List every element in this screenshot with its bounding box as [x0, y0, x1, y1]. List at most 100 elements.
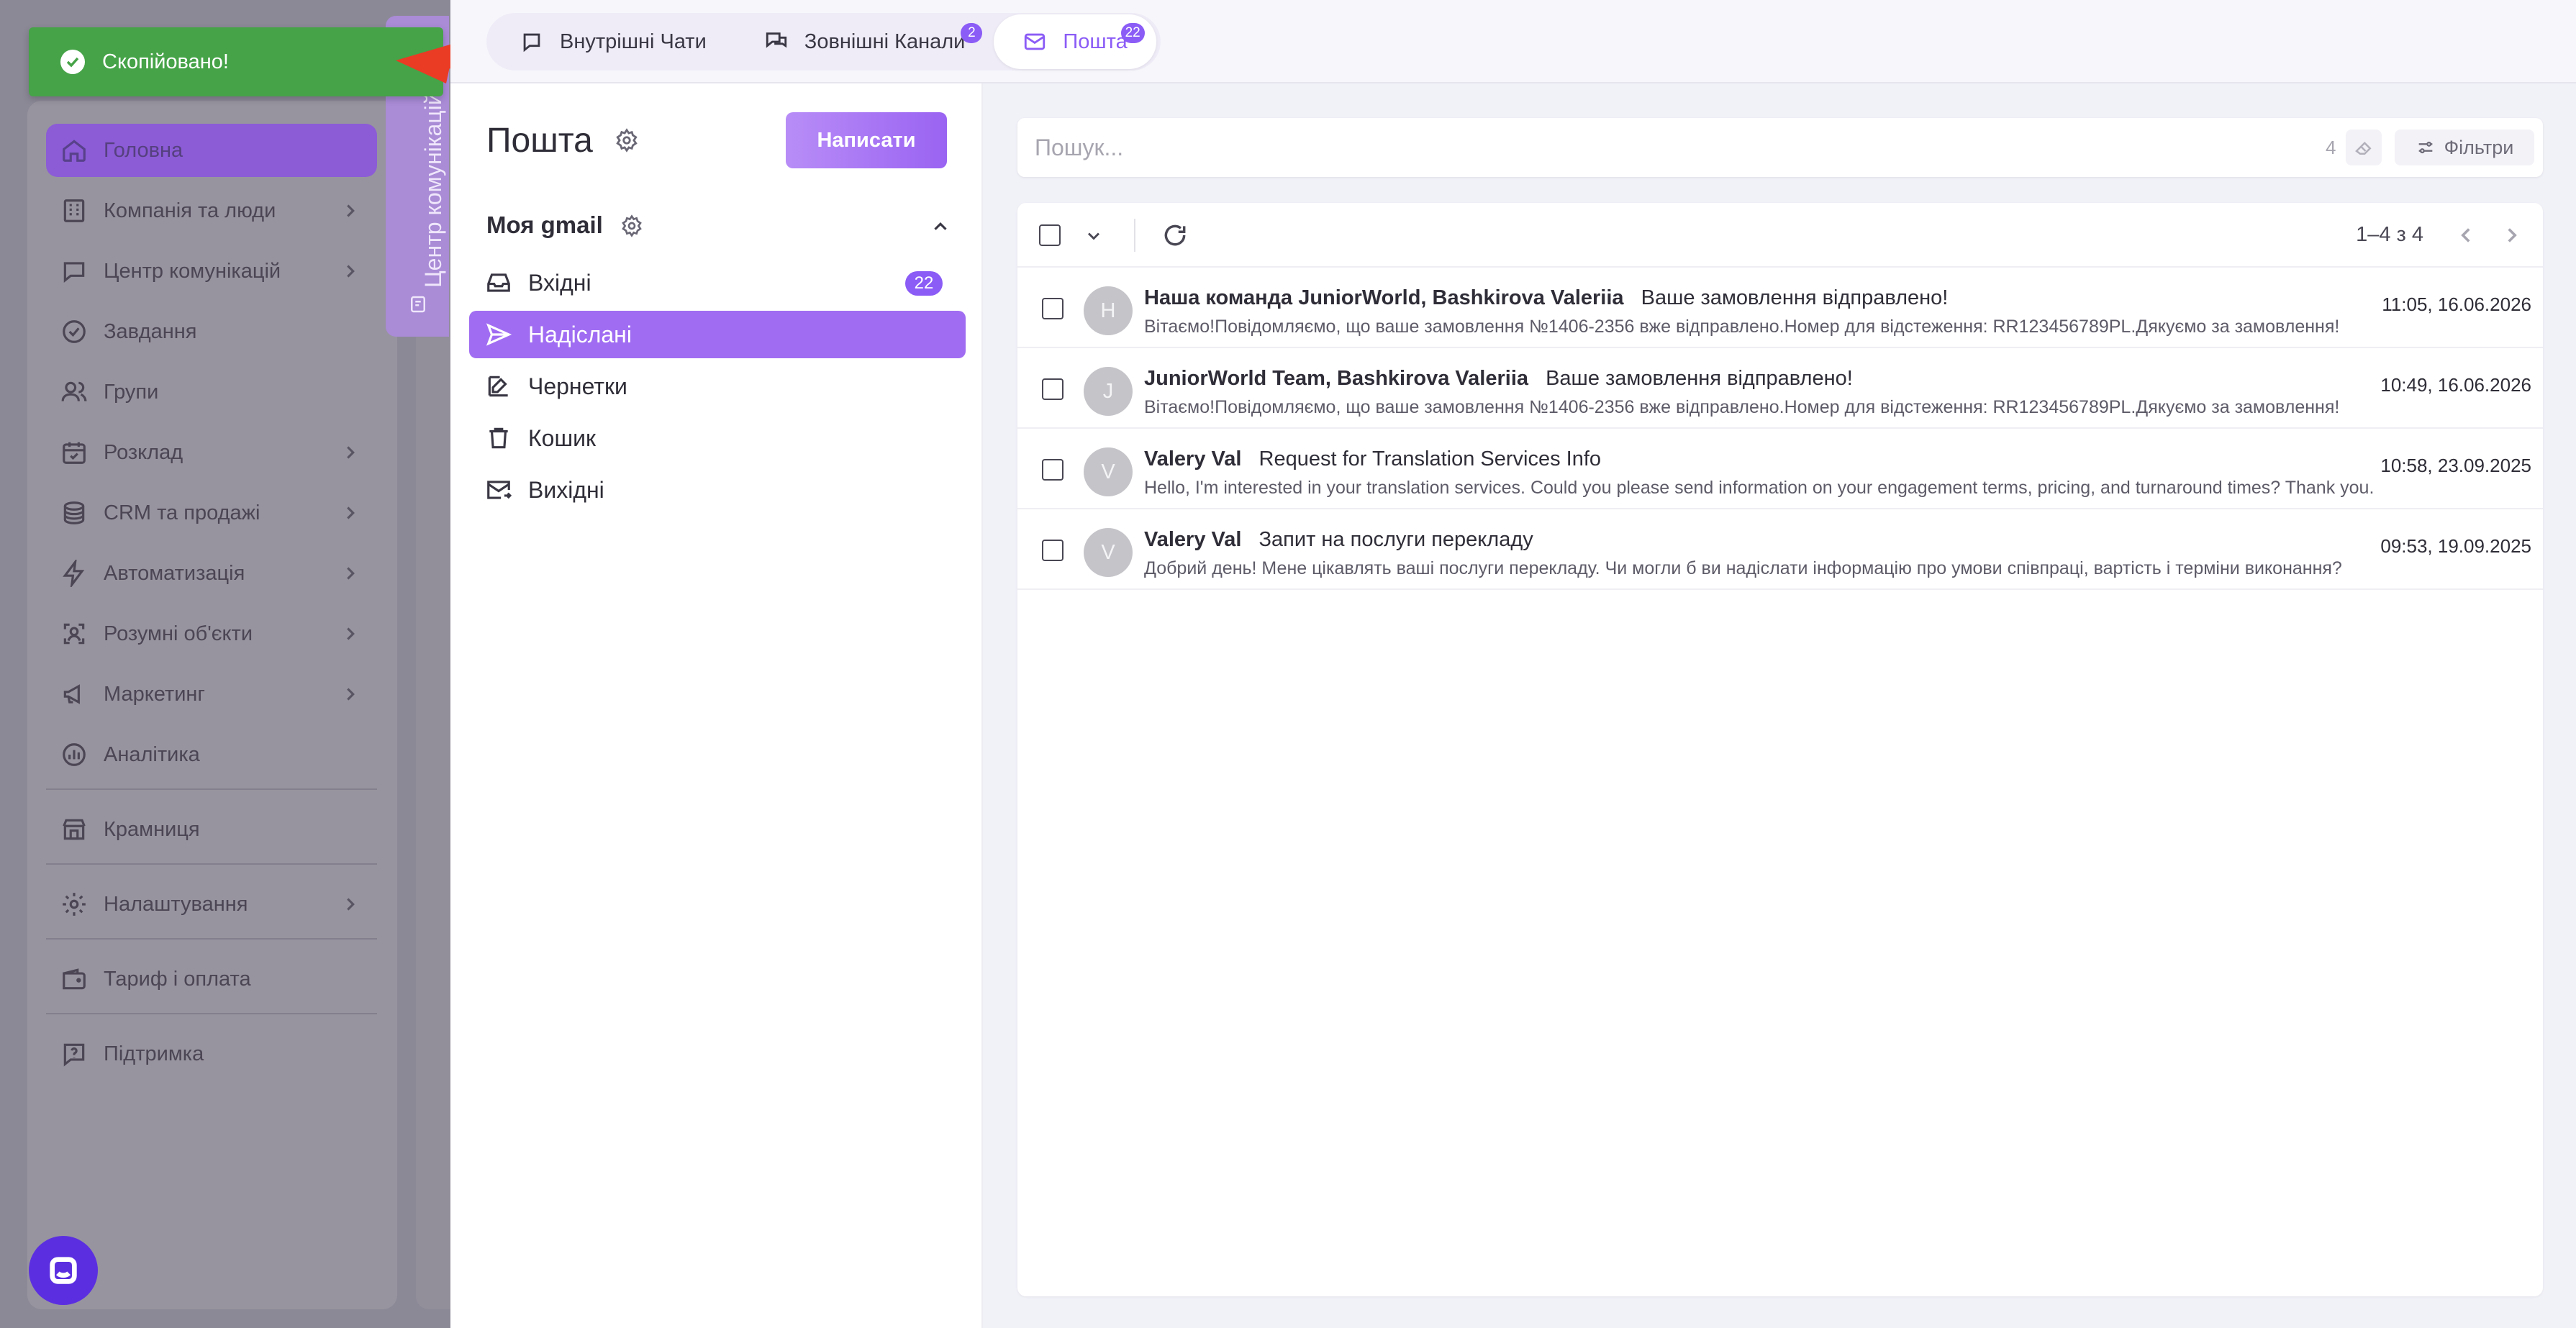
- message-subject: Request for Translation Services Info: [1258, 447, 1602, 470]
- chevron-left-icon[interactable]: [2454, 223, 2478, 247]
- account-name[interactable]: Моя gmail: [486, 212, 603, 239]
- message-checkbox[interactable]: [1042, 298, 1063, 319]
- chevron-right-icon: [340, 442, 361, 463]
- tab-external-channels[interactable]: Зовнішні Канали 2: [735, 14, 994, 69]
- list-toolbar: 1–4 з 4: [1017, 203, 2543, 268]
- nav-item-label: Головна: [104, 138, 183, 162]
- message-date: 10:58, 23.09.2025: [2380, 455, 2531, 476]
- gear-icon[interactable]: [614, 128, 639, 153]
- nav-item-settings[interactable]: Налаштування: [46, 878, 377, 931]
- nav-item-home[interactable]: Головна: [46, 124, 377, 177]
- nav-item-label: Компанія та люди: [104, 199, 276, 222]
- copied-toast: Скопійовано!: [29, 27, 443, 96]
- check-icon: [60, 50, 85, 74]
- avatar: V: [1084, 447, 1133, 496]
- message-sender: Наша команда JuniorWorld, Bashkirova Val…: [1144, 286, 1624, 309]
- message-checkbox[interactable]: [1042, 540, 1063, 561]
- nav-item-label: Підтримка: [104, 1042, 204, 1065]
- nav-item-label: CRM та продажі: [104, 501, 260, 524]
- nav-item-billing[interactable]: Тариф і оплата: [46, 952, 377, 1006]
- message-row[interactable]: V Valery Val Request for Translation Ser…: [1017, 429, 2543, 509]
- message-row[interactable]: Н Наша команда JuniorWorld, Bashkirova V…: [1017, 268, 2543, 348]
- filter-icon: [2418, 141, 2432, 154]
- wallet-icon: [60, 965, 88, 993]
- folder-label: Кошик: [528, 424, 596, 451]
- message-sender: Valery Val: [1144, 447, 1242, 470]
- gear-icon[interactable]: [620, 214, 643, 237]
- nav-item-marketing[interactable]: Маркетинг: [46, 668, 377, 721]
- folder-label: Надіслані: [528, 321, 632, 347]
- clear-search-button[interactable]: [2346, 129, 2382, 165]
- message-list: 1–4 з 4 Н Наша команда JuniorWorld, Bash…: [1017, 203, 2543, 1296]
- nav-item-company[interactable]: Компанія та люди: [46, 184, 377, 237]
- message-subject: Ваше замовлення відправлено!: [1546, 367, 1853, 390]
- search-input[interactable]: [1035, 127, 2258, 168]
- message-sender: Valery Val: [1144, 528, 1242, 551]
- unread-badge: 22: [1120, 23, 1145, 43]
- message-date: 11:05, 16.06.2026: [2382, 294, 2531, 315]
- nav-item-smart-objects[interactable]: Розумні об'єкти: [46, 607, 377, 660]
- nav-item-communication[interactable]: Центр комунікацій: [46, 245, 377, 298]
- folder-outbox[interactable]: Вихідні: [469, 466, 966, 514]
- message-checkbox[interactable]: [1042, 378, 1063, 400]
- mail-icon: [1022, 29, 1047, 54]
- folder-label: Вхідні: [528, 269, 591, 296]
- avatar: V: [1084, 528, 1133, 577]
- help-icon: [60, 1040, 88, 1068]
- chevron-right-icon: [340, 502, 361, 524]
- message-preview: Вітаємо!Повідомляємо, що ваше замовлення…: [1144, 317, 2340, 337]
- filters-button[interactable]: Фільтри: [2395, 129, 2534, 165]
- nav-item-label: Автоматизація: [104, 561, 245, 585]
- nav-item-label: Крамниця: [104, 817, 200, 841]
- tab-mail[interactable]: Пошта 22: [994, 14, 1156, 69]
- folder-drafts[interactable]: Чернетки: [469, 363, 966, 410]
- nav-item-support[interactable]: Підтримка: [46, 1027, 377, 1081]
- mail-out-icon: [485, 476, 512, 504]
- nav-item-crm[interactable]: CRM та продажі: [46, 486, 377, 540]
- trash-icon: [485, 424, 512, 452]
- eraser-icon: [2355, 141, 2372, 155]
- chats-icon: [764, 29, 789, 54]
- tab-internal-chats[interactable]: Внутрішні Чати: [491, 14, 735, 69]
- unread-badge: 22: [905, 271, 943, 296]
- message-header: Valery Val Запит на послуги перекладу: [1144, 528, 1533, 552]
- calendar-icon: [60, 439, 88, 466]
- message-row[interactable]: V Valery Val Запит на послуги перекладу …: [1017, 509, 2543, 590]
- nav-item-analytics[interactable]: Аналітика: [46, 728, 377, 781]
- nav-item-label: Розклад: [104, 440, 183, 464]
- nav-item-label: Маркетинг: [104, 682, 205, 706]
- nav-item-label: Налаштування: [104, 892, 248, 916]
- send-icon: [485, 321, 512, 348]
- select-all-checkbox[interactable]: [1039, 224, 1061, 246]
- message-checkbox[interactable]: [1042, 459, 1063, 481]
- nav-item-tasks[interactable]: Завдання: [46, 305, 377, 358]
- pagination-label: 1–4 з 4: [2356, 223, 2423, 246]
- folder-list: Вхідні 22 Надіслані Чернетки Кошик Вихід…: [469, 259, 966, 518]
- message-row[interactable]: J JuniorWorld Team, Bashkirova Valeriia …: [1017, 348, 2543, 429]
- chart-icon: [60, 741, 88, 768]
- chevron-right-icon[interactable]: [2500, 223, 2524, 247]
- folder-inbox[interactable]: Вхідні 22: [469, 259, 966, 306]
- top-tab-bar: Внутрішні Чати Зовнішні Канали 2 Пошта 2…: [450, 0, 2576, 83]
- page-title: Пошта: [486, 122, 593, 160]
- tab-label: Зовнішні Канали: [804, 29, 966, 53]
- nav-item-label: Розумні об'єкти: [104, 622, 253, 645]
- result-count: 4: [2326, 137, 2336, 158]
- nav-item-groups[interactable]: Групи: [46, 365, 377, 419]
- folder-label: Чернетки: [528, 373, 627, 399]
- chat-widget-button[interactable]: [29, 1236, 98, 1305]
- gear-icon: [60, 891, 88, 918]
- folder-trash[interactable]: Кошик: [469, 414, 966, 462]
- chevron-right-icon: [340, 260, 361, 282]
- nav-item-label: Аналітика: [104, 742, 200, 766]
- nav-item-schedule[interactable]: Розклад: [46, 426, 377, 479]
- nav-item-automation[interactable]: Автоматизація: [46, 547, 377, 600]
- chevron-up-icon[interactable]: [930, 216, 951, 237]
- folder-sent[interactable]: Надіслані: [469, 311, 966, 358]
- compose-button[interactable]: Написати: [786, 112, 947, 168]
- inbox-icon: [485, 269, 512, 296]
- refresh-icon[interactable]: [1161, 222, 1189, 249]
- nav-item-store[interactable]: Крамниця: [46, 803, 377, 856]
- avatar: Н: [1084, 286, 1133, 335]
- chevron-down-icon[interactable]: [1084, 226, 1104, 246]
